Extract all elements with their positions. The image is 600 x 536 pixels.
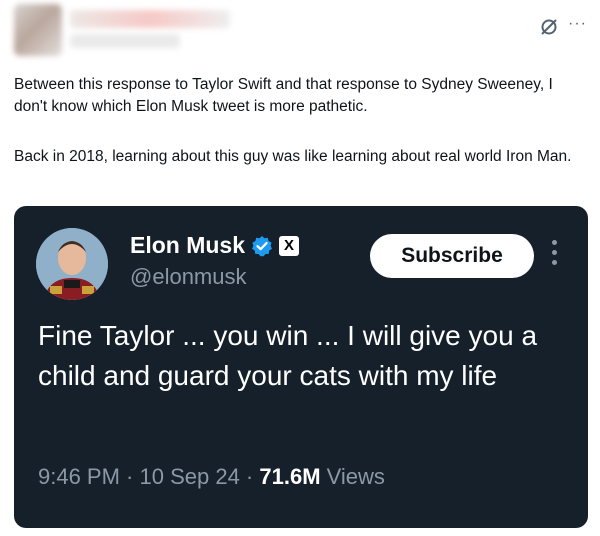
avatar-image-icon (36, 228, 108, 300)
blurred-handle (70, 34, 180, 48)
verified-badge-icon (252, 235, 273, 256)
tweet-date[interactable]: 10 Sep 24 (140, 464, 240, 489)
tweet-body: Fine Taylor ... you win ... I will give … (38, 320, 538, 391)
more-options-vertical-icon[interactable] (550, 240, 558, 274)
author-handle[interactable]: @elonmusk (130, 264, 247, 290)
author-name[interactable]: Elon Musk (130, 232, 245, 259)
author-name-row: Elon Musk X (130, 232, 300, 259)
embedded-tweet-card[interactable]: Elon Musk X @elonmusk Subscribe Fine Tay… (14, 206, 588, 528)
meta-separator: · (119, 464, 140, 489)
post-text-paragraph-2: Back in 2018, learning about this guy wa… (14, 148, 572, 165)
post-text-paragraph-1: Between this response to Taylor Swift an… (14, 76, 553, 115)
post-header: ··· (0, 0, 600, 62)
tweet-time[interactable]: 9:46 PM (38, 464, 120, 489)
blurred-avatar[interactable] (14, 4, 62, 56)
tweet-metadata: 9:46 PM · 10 Sep 24 · 71.6M Views (38, 464, 385, 490)
subscribe-button[interactable]: Subscribe (370, 234, 534, 278)
more-options-icon[interactable]: ··· (568, 14, 592, 34)
views-label: Views (320, 464, 385, 489)
mute-icon[interactable] (538, 16, 560, 38)
x-logo-icon: X (279, 235, 300, 256)
avatar[interactable] (36, 228, 108, 300)
views-count: 71.6M (259, 464, 321, 489)
meta-separator: · (239, 464, 260, 489)
blurred-display-name[interactable] (70, 10, 230, 28)
